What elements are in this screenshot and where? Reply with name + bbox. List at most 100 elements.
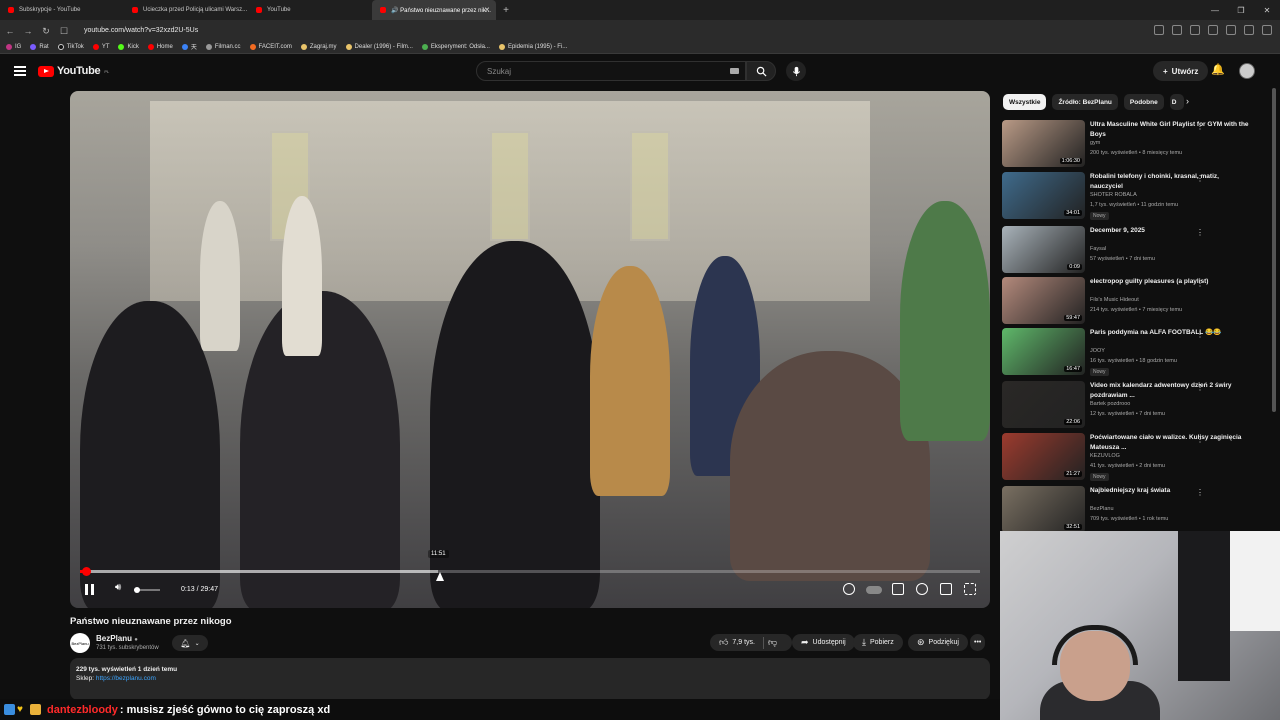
more-actions-button[interactable]: ••• bbox=[970, 634, 986, 651]
bookmark-item[interactable]: Filman.cc bbox=[205, 43, 241, 50]
bookmark-icon[interactable]: ☐ bbox=[56, 26, 72, 37]
channel-avatar[interactable]: BezPlanu bbox=[70, 633, 90, 653]
download-button[interactable]: ⤓ Pobierz bbox=[853, 634, 903, 651]
more-vert-icon[interactable]: ⋮ bbox=[1196, 488, 1204, 497]
bookmark-item[interactable]: Dealer (1996) - Film... bbox=[345, 43, 413, 50]
browser-tab[interactable]: YouTube bbox=[248, 0, 372, 20]
bookmark-item[interactable]: TikTok bbox=[57, 43, 84, 50]
search-button[interactable] bbox=[746, 61, 776, 81]
recommendation-title[interactable]: electropop guilty pleasures (a playlist) bbox=[1090, 277, 1250, 287]
bookmark-item[interactable]: FACEIT.com bbox=[249, 43, 292, 50]
search-input[interactable]: Szukaj bbox=[476, 61, 746, 81]
recommendation-title[interactable]: December 9, 2025 bbox=[1090, 226, 1250, 236]
description-box[interactable]: 229 tys. wyświetleń 1 dzień temu Sklep: … bbox=[70, 658, 990, 700]
shop-link[interactable]: https://bezplanu.com bbox=[96, 675, 156, 682]
voice-search-button[interactable] bbox=[786, 61, 806, 81]
video-thumbnail[interactable]: 34:01 bbox=[1002, 172, 1085, 219]
subtitles-icon[interactable] bbox=[892, 583, 904, 595]
more-vert-icon[interactable]: ⋮ bbox=[1196, 330, 1204, 339]
recommendation-channel[interactable]: BezPlanu bbox=[1090, 506, 1114, 512]
browser-tab-active[interactable]: 🔊 Państwo nieuznawane przez nik... ✕ bbox=[372, 0, 496, 20]
chevron-right-icon[interactable]: › bbox=[1186, 96, 1189, 106]
recommendation-title[interactable]: Najbiedniejszy kraj świata bbox=[1090, 486, 1250, 496]
close-window-icon[interactable]: ✕ bbox=[1254, 0, 1280, 20]
recommendation-channel[interactable]: gym bbox=[1090, 140, 1100, 146]
notifications-icon[interactable]: 🔔 bbox=[1211, 63, 1225, 76]
extension-icon[interactable] bbox=[1190, 25, 1200, 35]
bookmark-item[interactable]: Kick bbox=[118, 43, 139, 50]
more-vert-icon[interactable]: ⋮ bbox=[1196, 228, 1204, 237]
more-vert-icon[interactable]: ⋮ bbox=[1196, 383, 1204, 392]
like-count[interactable]: 7,9 tys. bbox=[732, 639, 755, 646]
recommendation-item[interactable]: 32:51 Najbiedniejszy kraj świata BezPlanu 7… bbox=[1002, 486, 1262, 536]
video-player[interactable] bbox=[70, 91, 990, 608]
share-button[interactable]: ➦ Udostępnij bbox=[792, 634, 855, 651]
youtube-logo[interactable]: YouTube PL bbox=[38, 65, 109, 77]
recommendation-channel[interactable]: Bartek pozdrooo bbox=[1090, 401, 1130, 407]
bookmark-item[interactable]: Zagraj.my bbox=[300, 43, 337, 50]
miniplayer-icon[interactable] bbox=[940, 583, 952, 595]
scrollbar[interactable] bbox=[1272, 88, 1276, 412]
recommendation-item[interactable]: 0:09 December 9, 2025 Faysal 57 wyświetleń … bbox=[1002, 226, 1262, 276]
menu-icon[interactable] bbox=[14, 64, 26, 79]
bookmark-item[interactable]: YT bbox=[92, 43, 109, 50]
recommendation-channel[interactable]: Fils's Music Hideout bbox=[1090, 297, 1139, 303]
autoplay-toggle[interactable] bbox=[866, 586, 882, 594]
more-vert-icon[interactable]: ⋮ bbox=[1196, 174, 1204, 183]
bookmark-item[interactable]: Eksperyment: Odsła... bbox=[421, 43, 490, 50]
chip-source[interactable]: Źródło: BezPlanu bbox=[1052, 94, 1118, 110]
chip-similar[interactable]: Podobne bbox=[1123, 94, 1164, 110]
bookmark-item[interactable]: Rat bbox=[30, 43, 49, 50]
sponsorblock-icon[interactable] bbox=[843, 583, 855, 595]
extension-icon[interactable] bbox=[1244, 25, 1254, 35]
recommendation-item[interactable]: 34:01 Robalini telefony i choinki, krasna… bbox=[1002, 172, 1262, 222]
keyboard-icon[interactable] bbox=[730, 68, 739, 74]
recommendation-item[interactable]: 22:06 Video mix kalendarz adwentowy dzień… bbox=[1002, 381, 1262, 431]
recommendation-item[interactable]: 16:47 Paris poddymia na ALFA FOOTBALL 😂😂 J… bbox=[1002, 328, 1262, 378]
recommendation-title[interactable]: Paris poddymia na ALFA FOOTBALL 😂😂 bbox=[1090, 328, 1250, 338]
recommendation-item[interactable]: 59:47 electropop guilty pleasures (a play… bbox=[1002, 277, 1262, 327]
thanks-button[interactable]: ⊛ Podziękuj bbox=[908, 634, 968, 651]
extension-icon[interactable] bbox=[1172, 25, 1182, 35]
subscription-bell-button[interactable]: 🔔︎ ⌄ bbox=[172, 635, 208, 651]
video-thumbnail[interactable]: 22:06 bbox=[1002, 381, 1085, 428]
bookmark-item[interactable]: 天 bbox=[181, 42, 197, 51]
chip-more[interactable]: D bbox=[1169, 94, 1184, 110]
back-icon[interactable]: ← bbox=[2, 26, 18, 36]
video-thumbnail[interactable]: 16:47 bbox=[1002, 328, 1085, 375]
recommendation-title[interactable]: Ultra Masculine White Girl Playlist for … bbox=[1090, 120, 1250, 139]
more-vert-icon[interactable]: ⋮ bbox=[1196, 279, 1204, 288]
volume-icon[interactable]: 🔊︎ bbox=[115, 582, 121, 593]
new-tab-icon[interactable]: + bbox=[496, 5, 516, 16]
recommendation-title[interactable]: Robalini telefony i choinki, krasnal, ma… bbox=[1090, 172, 1250, 191]
chip-all[interactable]: Wszystkie bbox=[1003, 94, 1047, 110]
recommendation-item[interactable]: 21:27 Poćwiartowane ciało w walizce. Kuli… bbox=[1002, 433, 1262, 483]
volume-slider[interactable] bbox=[134, 587, 160, 593]
recommendation-channel[interactable]: JOOY bbox=[1090, 348, 1105, 354]
recommendation-channel[interactable]: SHOTER ROBALA bbox=[1090, 192, 1137, 198]
progress-bar[interactable] bbox=[80, 567, 980, 576]
recommendation-channel[interactable]: KEZUVLOG bbox=[1090, 453, 1120, 459]
volume-handle[interactable] bbox=[134, 587, 140, 593]
extension-icon[interactable] bbox=[1208, 25, 1218, 35]
recommendation-title[interactable]: Video mix kalendarz adwentowy dzień 2 św… bbox=[1090, 381, 1250, 400]
video-thumbnail[interactable]: 59:47 bbox=[1002, 277, 1085, 324]
more-vert-icon[interactable]: ⋮ bbox=[1196, 435, 1204, 444]
forward-icon[interactable]: → bbox=[20, 26, 36, 36]
browser-tab[interactable]: Ucieczka przed Policją ulicami Warsz... bbox=[124, 0, 248, 20]
maximize-icon[interactable]: ❐ bbox=[1228, 0, 1254, 20]
browser-tab[interactable]: Subskrypcje - YouTube bbox=[0, 0, 124, 20]
video-thumbnail[interactable]: 0:09 bbox=[1002, 226, 1085, 273]
bookmark-item[interactable]: Epidemia (1995) - Fi... bbox=[498, 43, 567, 50]
url-field[interactable]: youtube.com/watch?v=32xzd2U-5Us bbox=[84, 27, 198, 34]
bookmark-item[interactable]: Home bbox=[147, 43, 173, 50]
reload-icon[interactable]: ↻ bbox=[38, 26, 54, 37]
video-thumbnail[interactable]: 1:06:30 bbox=[1002, 120, 1085, 167]
close-tab-icon[interactable]: ✕ bbox=[484, 6, 490, 14]
extension-icon[interactable] bbox=[1154, 25, 1164, 35]
video-thumbnail[interactable]: 21:27 bbox=[1002, 433, 1085, 480]
account-avatar[interactable] bbox=[1239, 63, 1255, 79]
recommendation-item[interactable]: 1:06:30 Ultra Masculine White Girl Playli… bbox=[1002, 120, 1262, 170]
like-icon[interactable]: 👍︎ bbox=[719, 637, 728, 648]
more-vert-icon[interactable]: ⋮ bbox=[1196, 122, 1204, 131]
